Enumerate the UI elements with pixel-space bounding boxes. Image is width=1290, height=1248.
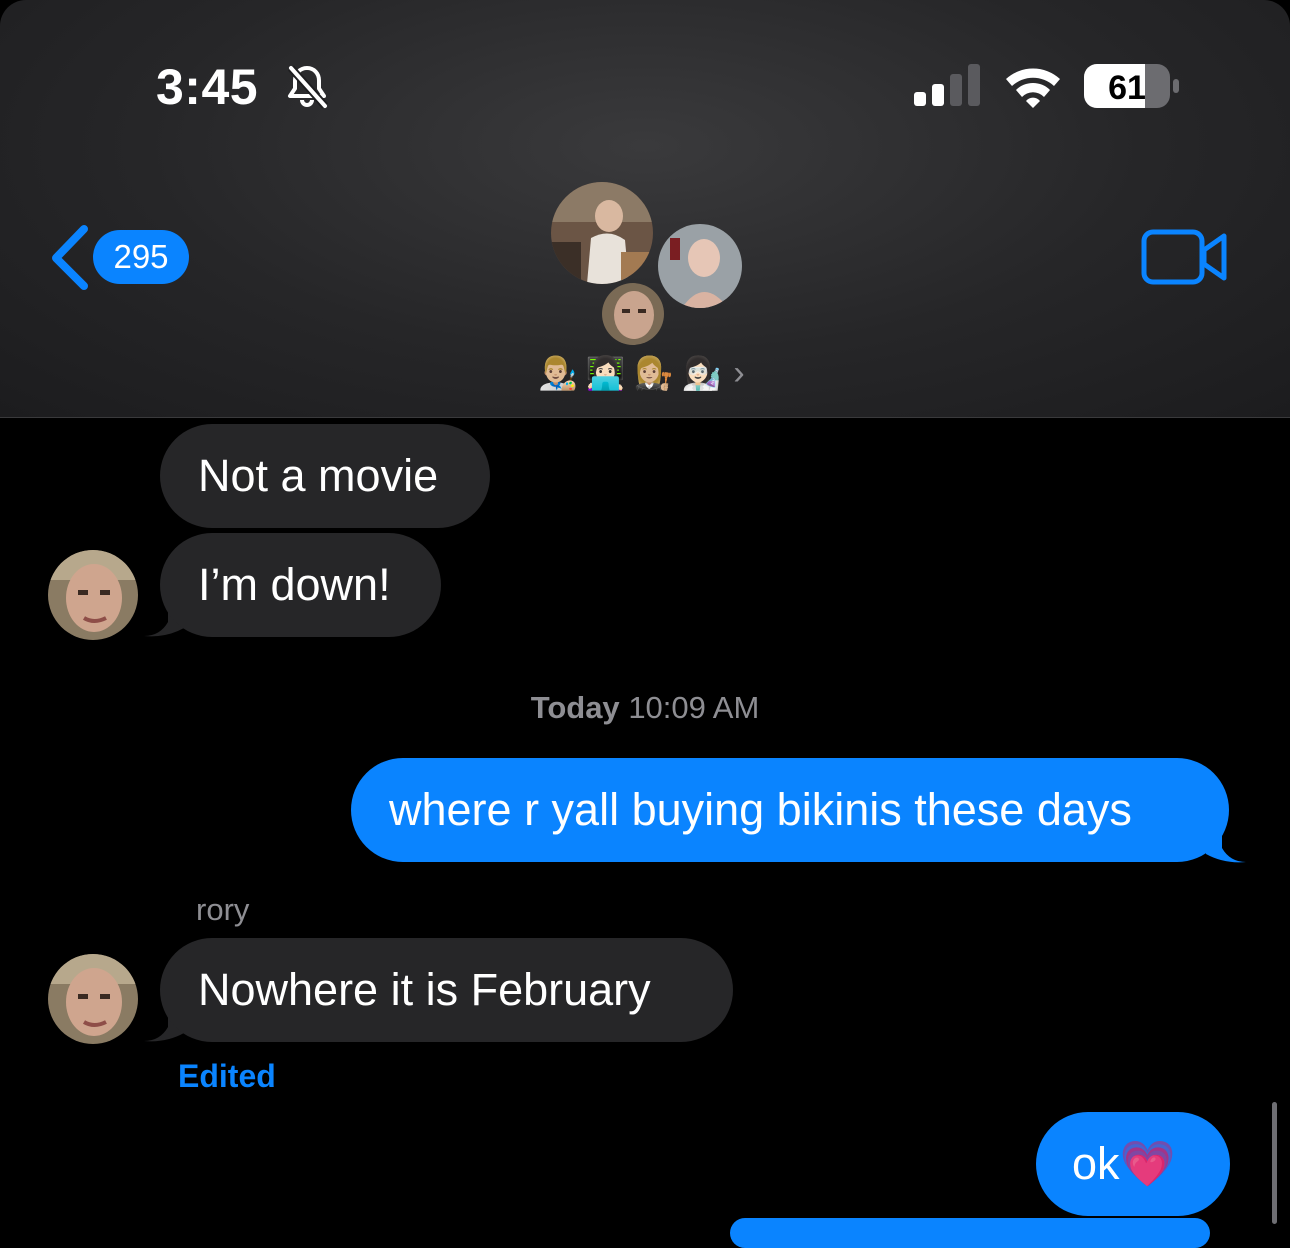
member-emoji-scientist: 👩🏻‍🔬 xyxy=(681,355,722,391)
member-emoji-judge: 👩🏼‍⚖️ xyxy=(633,355,674,391)
outgoing-message-bubble-partial[interactable] xyxy=(730,1218,1210,1248)
group-member-avatar[interactable] xyxy=(551,182,653,284)
incoming-message-bubble[interactable]: Nowhere it is February xyxy=(160,938,733,1042)
battery-icon: 61 xyxy=(1084,64,1179,108)
member-emoji-technologist: 👩🏻‍💻 xyxy=(585,355,626,391)
outgoing-message-bubble[interactable]: ok💗 xyxy=(1036,1112,1230,1216)
group-member-avatar[interactable] xyxy=(602,283,664,345)
sender-avatar[interactable] xyxy=(48,550,138,640)
status-time: 3:45 xyxy=(156,59,259,115)
group-member-avatar[interactable] xyxy=(658,224,742,308)
outgoing-message-bubble[interactable]: where r yall buying bikinis these days xyxy=(351,758,1229,862)
battery-level: 61 xyxy=(1108,69,1146,107)
timestamp-day: Today xyxy=(530,690,620,725)
bell-slash-icon xyxy=(288,65,328,109)
sender-avatar[interactable] xyxy=(48,954,138,1044)
chevron-right-icon: › xyxy=(733,353,745,392)
back-button[interactable]: 295 xyxy=(46,222,196,292)
cellular-signal-icon xyxy=(914,64,980,106)
incoming-message-bubble[interactable]: I’m down! xyxy=(160,533,441,637)
member-emoji-artist: 👨🏼‍🎨 xyxy=(538,355,578,391)
chevron-left-icon xyxy=(52,225,88,290)
scrollbar[interactable] xyxy=(1272,1102,1277,1224)
incoming-message-bubble[interactable]: Not a movie xyxy=(160,424,490,528)
wifi-icon xyxy=(1006,68,1060,108)
group-members-row[interactable]: 👨🏼‍🎨 👩🏻‍💻 👩🏼‍⚖️ 👩🏻‍🔬 › xyxy=(538,352,770,394)
message-timestamp: Today 10:09 AM xyxy=(0,690,1290,726)
edited-label[interactable]: Edited xyxy=(178,1058,276,1095)
video-camera-icon[interactable] xyxy=(1140,228,1230,286)
timestamp-time: 10:09 AM xyxy=(628,690,760,725)
sender-name: rory xyxy=(196,892,250,927)
unread-count-badge: 295 xyxy=(93,230,189,284)
